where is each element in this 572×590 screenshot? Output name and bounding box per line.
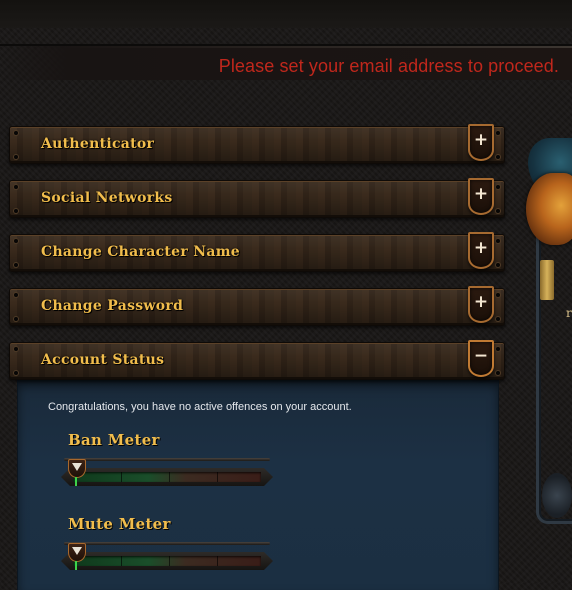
accordion-label: Change Character Name [41, 244, 241, 260]
ornament-band [540, 260, 554, 300]
meter-rail [64, 542, 270, 545]
rivet [496, 263, 500, 267]
meter-segment [217, 556, 218, 566]
meter-indicator-line [75, 477, 77, 486]
accordion-label: Social Networks [41, 190, 173, 206]
rivet [496, 155, 500, 159]
plus-icon[interactable]: + [468, 124, 494, 161]
rivet [496, 317, 500, 321]
rivet [496, 293, 500, 297]
rivet [14, 131, 18, 135]
rivet [14, 317, 18, 321]
ornament-glyph: r [566, 306, 572, 320]
accordion-social-networks[interactable]: Social Networks + [9, 178, 505, 218]
rivet [14, 371, 18, 375]
accordion-change-character-name[interactable]: Change Character Name + [9, 232, 505, 272]
rivet [14, 347, 18, 351]
plus-icon[interactable]: + [468, 232, 494, 269]
notice-divider [60, 46, 572, 48]
rivet [496, 371, 500, 375]
rivet [496, 209, 500, 213]
triangle-down-icon [68, 459, 86, 478]
meter-fill [73, 472, 261, 482]
accordion-label: Change Password [41, 298, 184, 314]
meter-indicator-line [75, 561, 77, 570]
email-notice: Please set your email address to proceed… [218, 56, 559, 76]
dragon-head [526, 173, 572, 245]
rivet [14, 155, 18, 159]
meter-rail [64, 458, 270, 461]
meter-segment [121, 556, 122, 566]
rivet [496, 347, 500, 351]
rivet [14, 293, 18, 297]
rivet [14, 239, 18, 243]
plus-icon[interactable]: + [468, 286, 494, 323]
accordion-label: Account Status [41, 352, 165, 368]
account-status-panel: Congratulations, you have no active offe… [17, 380, 499, 590]
accordion-label: Authenticator [41, 136, 155, 152]
top-band [0, 0, 572, 28]
accordion-authenticator[interactable]: Authenticator + [9, 124, 505, 164]
dragon-emblem-icon: r [522, 138, 572, 528]
rivet [14, 263, 18, 267]
status-message: Congratulations, you have no active offe… [48, 401, 352, 413]
meter-segment [121, 472, 122, 482]
notice-bar: Please set your email address to proceed… [0, 44, 572, 80]
meter-fill [73, 556, 261, 566]
ornament-base [542, 473, 572, 518]
rivet [496, 239, 500, 243]
rivet [496, 185, 500, 189]
accordion-account-status[interactable]: Account Status − [9, 340, 505, 380]
rivet [14, 209, 18, 213]
ban-meter-title: Ban Meter [68, 431, 160, 449]
meter-segment [169, 556, 170, 566]
meter-segment [169, 472, 170, 482]
minus-icon[interactable]: − [468, 340, 494, 377]
mute-meter-title: Mute Meter [68, 515, 171, 533]
rivet [14, 185, 18, 189]
meter-segment [217, 472, 218, 482]
accordion-change-password[interactable]: Change Password + [9, 286, 505, 326]
plus-icon[interactable]: + [468, 178, 494, 215]
triangle-down-icon [68, 543, 86, 562]
ban-meter [61, 458, 273, 494]
mute-meter [61, 542, 273, 578]
rivet [496, 131, 500, 135]
